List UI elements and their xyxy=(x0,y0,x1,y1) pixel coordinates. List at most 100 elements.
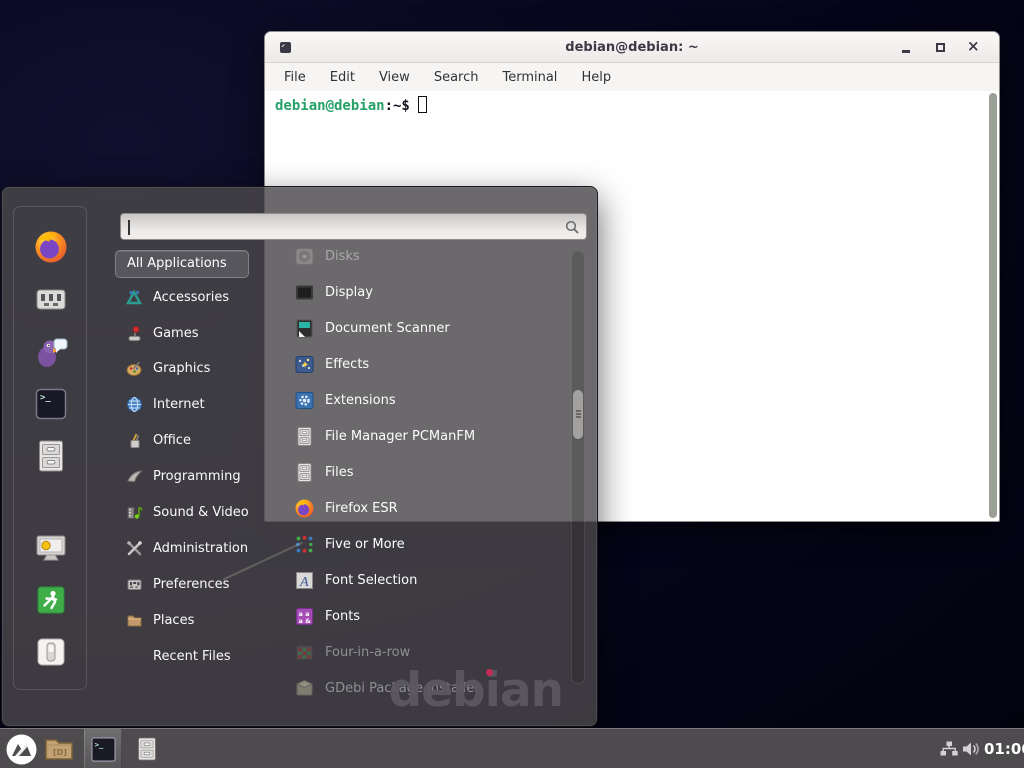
prompt-path: :~$ xyxy=(385,98,410,114)
category-office[interactable]: Office xyxy=(115,426,275,454)
terminal-prompt: debian@debian:~$ xyxy=(275,96,427,114)
menu-help[interactable]: Help xyxy=(572,67,620,88)
app-files[interactable]: Files xyxy=(291,458,573,486)
category-accessories[interactable]: Accessories xyxy=(115,283,275,311)
four-in-a-row-icon xyxy=(294,642,315,663)
category-programming[interactable]: Programming xyxy=(115,462,275,490)
file-cabinet-icon xyxy=(294,426,315,447)
app-document-scanner[interactable]: Document Scanner xyxy=(291,314,573,342)
debian-swirl-dot xyxy=(486,669,493,676)
pidgin-icon[interactable] xyxy=(33,334,69,370)
menu-file[interactable]: File xyxy=(275,67,315,88)
prompt-user-host: debian@debian xyxy=(275,98,385,114)
places-icon xyxy=(126,612,143,629)
minimize-icon xyxy=(902,50,910,53)
taskbar-terminal-button-active[interactable]: >_ xyxy=(84,729,122,768)
document-scanner-icon xyxy=(294,318,315,339)
speaker-icon xyxy=(962,741,981,757)
terminal-fav-icon[interactable]: >_ xyxy=(33,386,69,422)
taskbar: [D] >_ xyxy=(0,728,1024,768)
firefox-icon xyxy=(294,498,315,519)
menu-view[interactable]: View xyxy=(370,67,419,88)
svg-text:A: A xyxy=(299,575,309,590)
administration-icon xyxy=(126,540,143,557)
svg-text:[D]: [D] xyxy=(53,748,67,757)
terminal-icon: >_ xyxy=(89,735,118,764)
category-recent-files[interactable]: Recent Files xyxy=(115,642,275,670)
clock[interactable]: 01:06 xyxy=(984,729,1024,768)
favorites-panel: >_ xyxy=(13,206,87,690)
application-menu: >_ xyxy=(1,186,598,727)
debian-watermark: debian xyxy=(389,663,563,718)
search-icon xyxy=(565,220,580,235)
terminal-menubar: File Edit View Search Terminal Help xyxy=(265,63,999,91)
file-cabinet-icon xyxy=(294,462,315,483)
network-tray-icon[interactable] xyxy=(938,729,960,768)
preferences-icon xyxy=(126,576,143,593)
menu-logo-icon xyxy=(6,734,37,765)
graphics-icon xyxy=(126,360,143,377)
taskbar-file-manager-button[interactable]: [D] xyxy=(42,729,76,768)
category-places[interactable]: Places xyxy=(115,606,275,634)
app-fonts[interactable]: a a a & Fonts xyxy=(291,602,573,630)
category-internet[interactable]: Internet xyxy=(115,390,275,418)
minimize-button[interactable] xyxy=(893,32,919,63)
control-center-icon[interactable] xyxy=(33,281,69,317)
app-list-scrollbar-track[interactable] xyxy=(571,250,585,684)
file-cabinet-icon xyxy=(134,734,160,764)
app-font-selection[interactable]: A Font Selection xyxy=(291,566,573,594)
log-out-icon[interactable] xyxy=(33,582,69,618)
app-list-scrollbar-thumb[interactable] xyxy=(573,390,583,439)
app-disks[interactable]: Disks xyxy=(291,242,573,270)
close-icon: × xyxy=(967,37,980,55)
terminal-glyph: >_ xyxy=(40,393,51,403)
category-sound-video[interactable]: Sound & Video xyxy=(115,498,275,526)
maximize-button[interactable] xyxy=(927,32,953,63)
volume-tray-icon[interactable] xyxy=(959,729,983,768)
effects-icon xyxy=(294,354,315,375)
app-extensions[interactable]: Extensions xyxy=(291,386,573,414)
close-button[interactable]: × xyxy=(961,32,987,63)
app-five-or-more[interactable]: Five or More xyxy=(291,530,573,558)
category-administration[interactable]: Administration xyxy=(115,534,275,562)
svg-text:>_: >_ xyxy=(94,740,103,749)
taskbar-files-button[interactable] xyxy=(128,729,166,768)
maximize-icon xyxy=(936,43,945,52)
app-display[interactable]: Display xyxy=(291,278,573,306)
menu-button[interactable] xyxy=(2,729,40,768)
filter-all-applications[interactable]: All Applications xyxy=(115,250,249,278)
accessories-icon xyxy=(126,289,143,306)
category-games[interactable]: Games xyxy=(115,319,275,347)
terminal-title: debian@debian: ~ xyxy=(265,32,999,63)
category-preferences[interactable]: Preferences xyxy=(115,570,275,598)
app-search-field[interactable] xyxy=(120,213,587,240)
folder-icon: [D] xyxy=(44,736,74,762)
search-input[interactable] xyxy=(121,214,586,239)
extensions-icon xyxy=(294,390,315,411)
font-selection-icon: A xyxy=(294,570,315,591)
internet-icon xyxy=(126,396,143,413)
display-icon xyxy=(294,282,315,303)
app-four-in-a-row[interactable]: Four-in-a-row xyxy=(291,638,573,666)
terminal-scrollbar[interactable] xyxy=(989,93,997,518)
app-effects[interactable]: Effects xyxy=(291,350,573,378)
office-icon xyxy=(126,432,143,449)
network-icon xyxy=(940,741,958,757)
firefox-icon[interactable] xyxy=(33,229,69,265)
file-manager-fav-icon[interactable] xyxy=(33,438,69,474)
app-file-manager-pcmanfm[interactable]: File Manager PCManFM xyxy=(291,422,573,450)
menu-terminal[interactable]: Terminal xyxy=(493,67,566,88)
games-icon xyxy=(126,325,143,342)
app-firefox-esr[interactable]: Firefox ESR xyxy=(291,494,573,522)
shut-down-icon[interactable] xyxy=(33,634,69,670)
gdebi-icon xyxy=(294,678,315,699)
lock-screen-icon[interactable] xyxy=(33,530,69,566)
disks-icon xyxy=(294,246,315,267)
sound-video-icon xyxy=(126,504,143,521)
desktop: debian@debian: ~ × File Edit View Search… xyxy=(0,0,1024,768)
svg-text:a &: a & xyxy=(299,617,312,625)
menu-edit[interactable]: Edit xyxy=(321,67,364,88)
menu-search[interactable]: Search xyxy=(425,67,488,88)
terminal-titlebar[interactable]: debian@debian: ~ × xyxy=(265,32,999,63)
category-graphics[interactable]: Graphics xyxy=(115,354,275,382)
